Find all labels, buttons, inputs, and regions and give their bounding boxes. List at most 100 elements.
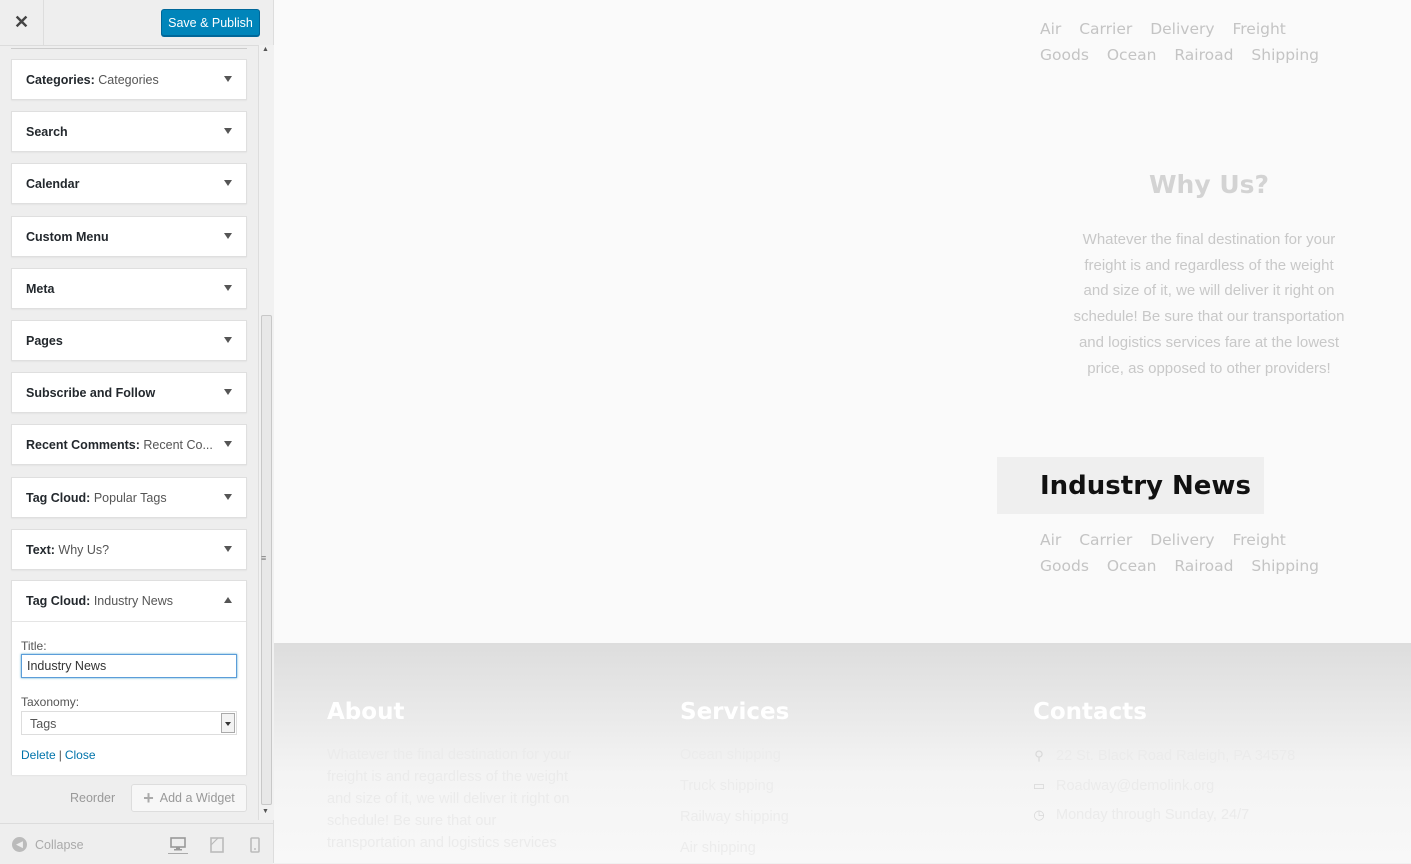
widget-title[interactable]: Text: Why Us?: [26, 543, 109, 557]
service-link[interactable]: Air shipping: [680, 840, 756, 856]
scroll-down-icon[interactable]: ▼: [262, 808, 269, 815]
expand-arrow-icon[interactable]: [224, 284, 232, 291]
service-link[interactable]: Ocean shipping: [680, 747, 781, 763]
widget-title[interactable]: Subscribe and Follow: [26, 386, 155, 400]
widget-item[interactable]: Recent Comments: Recent Co...: [11, 424, 247, 466]
widget-title[interactable]: Meta: [26, 282, 54, 296]
industry-news-heading: Industry News: [1040, 471, 1251, 501]
taxonomy-select[interactable]: Tags: [21, 711, 237, 735]
tag-link[interactable]: Air: [1040, 531, 1061, 549]
widgets-panel: Categories: Categories Search Calendar Cust…: [0, 46, 258, 820]
title-label: Title:: [21, 639, 47, 653]
tag-link[interactable]: Shipping: [1251, 557, 1319, 575]
add-widget-button[interactable]: + Add a Widget: [131, 784, 247, 812]
widget-item[interactable]: Calendar: [11, 163, 247, 205]
tag-link[interactable]: Ocean: [1107, 557, 1157, 575]
why-us-heading: Why Us?: [1148, 170, 1270, 199]
widget-item[interactable]: Tag Cloud: Popular Tags: [11, 476, 247, 518]
title-input[interactable]: Industry News: [21, 654, 237, 678]
site-preview: Air Carrier Delivery Freight Goods Ocean…: [274, 0, 1411, 863]
industry-news-heading-box: Industry News: [997, 457, 1264, 514]
location-pin-icon: ⚲: [1034, 748, 1044, 763]
collapse-label: Collapse: [35, 837, 84, 852]
tag-link[interactable]: Delivery: [1150, 531, 1214, 549]
close-icon[interactable]: ✕: [0, 0, 44, 45]
collapse-arrow-icon[interactable]: [224, 597, 232, 603]
tag-link[interactable]: Rairoad: [1174, 557, 1233, 575]
delete-link[interactable]: Delete: [21, 748, 56, 762]
why-us-text: Whatever the final destination for your …: [1073, 231, 1345, 377]
tag-link[interactable]: Shipping: [1251, 46, 1319, 64]
tag-link[interactable]: Carrier: [1079, 20, 1132, 38]
tag-link[interactable]: Freight: [1232, 531, 1285, 549]
widget-title[interactable]: Search: [26, 125, 68, 139]
customizer-footer: ◀ Collapse: [0, 823, 273, 864]
about-text: Whatever the final destination for your …: [327, 747, 572, 851]
services-heading: Services: [680, 699, 790, 725]
email-text[interactable]: Roadway@demolink.org: [1056, 778, 1214, 794]
widget-item[interactable]: Text: Why Us?: [11, 528, 247, 570]
contact-hours: ◷ Monday through Sunday, 24/7: [1032, 807, 1249, 823]
expand-arrow-icon[interactable]: [224, 545, 232, 552]
collapse-button[interactable]: ◀ Collapse: [12, 837, 84, 852]
widget-form: Title: Industry News Taxonomy: Tags Dele…: [12, 621, 246, 775]
desktop-preview-icon[interactable]: [168, 836, 188, 854]
widget-title[interactable]: Recent Comments: Recent Co...: [26, 438, 213, 452]
expand-arrow-icon[interactable]: [224, 389, 232, 396]
widget-title[interactable]: Tag Cloud: Popular Tags: [26, 491, 167, 505]
tag-link[interactable]: Freight: [1232, 20, 1285, 38]
tag-link[interactable]: Goods: [1040, 557, 1089, 575]
service-link[interactable]: Railway shipping: [680, 809, 789, 825]
widget-title[interactable]: Categories: Categories: [26, 73, 159, 87]
select-arrow-icon[interactable]: [221, 713, 235, 733]
widget-title[interactable]: Pages: [26, 334, 63, 348]
widget-item[interactable]: Pages: [11, 320, 247, 361]
save-publish-button[interactable]: Save & Publish: [161, 9, 260, 36]
customizer-sidebar: ✕ Save & Publish Categories: Categories S…: [0, 0, 274, 864]
scroll-grip-icon: ≡: [261, 553, 267, 563]
widget-item[interactable]: Categories: Categories: [11, 59, 247, 100]
expand-arrow-icon[interactable]: [224, 128, 232, 135]
add-widget-label: Add a Widget: [159, 791, 235, 805]
scroll-up-icon[interactable]: ▲: [262, 46, 269, 53]
widget-stub: [11, 46, 247, 49]
widget-item[interactable]: Search: [11, 111, 247, 153]
expand-arrow-icon[interactable]: [224, 180, 232, 187]
expand-arrow-icon[interactable]: [224, 232, 232, 239]
panel-scrollbar[interactable]: ▲ ≡ ▼: [258, 45, 274, 820]
reorder-link[interactable]: Reorder: [70, 791, 115, 805]
tag-cloud-popular: Air Carrier Delivery Freight Goods Ocean…: [1040, 16, 1340, 68]
widget-title[interactable]: Custom Menu: [26, 230, 109, 244]
hours-text: Monday through Sunday, 24/7: [1056, 807, 1250, 823]
envelope-icon: ▭: [1032, 778, 1046, 793]
expand-arrow-icon[interactable]: [224, 76, 232, 82]
taxonomy-label: Taxonomy:: [21, 695, 80, 709]
tablet-preview-icon[interactable]: [207, 836, 227, 854]
taxonomy-value: Tags: [30, 717, 57, 731]
mobile-preview-icon[interactable]: [245, 836, 265, 854]
expand-arrow-icon[interactable]: [224, 441, 232, 448]
site-footer: About Whatever the final destination for…: [274, 643, 1411, 863]
collapse-icon: ◀: [12, 837, 27, 852]
widget-title[interactable]: Tag Cloud: Industry News: [26, 594, 173, 608]
tag-link[interactable]: Delivery: [1150, 20, 1214, 38]
widget-title[interactable]: Calendar: [26, 177, 80, 191]
expand-arrow-icon[interactable]: [224, 493, 232, 500]
close-link[interactable]: Close: [65, 748, 96, 762]
tag-link[interactable]: Rairoad: [1174, 46, 1233, 64]
plus-icon: +: [143, 788, 154, 808]
widget-item[interactable]: Meta: [11, 267, 247, 309]
address-text: 22 St. Black Road Raleigh, PA 34578: [1056, 748, 1296, 764]
clock-icon: ◷: [1033, 807, 1045, 822]
contact-address: ⚲ 22 St. Black Road Raleigh, PA 34578: [1032, 748, 1295, 764]
widget-item[interactable]: Subscribe and Follow: [11, 372, 247, 414]
expand-arrow-icon[interactable]: [224, 337, 232, 343]
tag-link[interactable]: Ocean: [1107, 46, 1157, 64]
widget-item[interactable]: Custom Menu: [11, 215, 247, 257]
tag-cloud-industry-news: Air Carrier Delivery Freight Goods Ocean…: [1040, 527, 1340, 579]
customizer-header: ✕ Save & Publish: [0, 0, 273, 46]
tag-link[interactable]: Air: [1040, 20, 1061, 38]
service-link[interactable]: Truck shipping: [680, 778, 774, 794]
tag-link[interactable]: Carrier: [1079, 531, 1132, 549]
tag-link[interactable]: Goods: [1040, 46, 1089, 64]
